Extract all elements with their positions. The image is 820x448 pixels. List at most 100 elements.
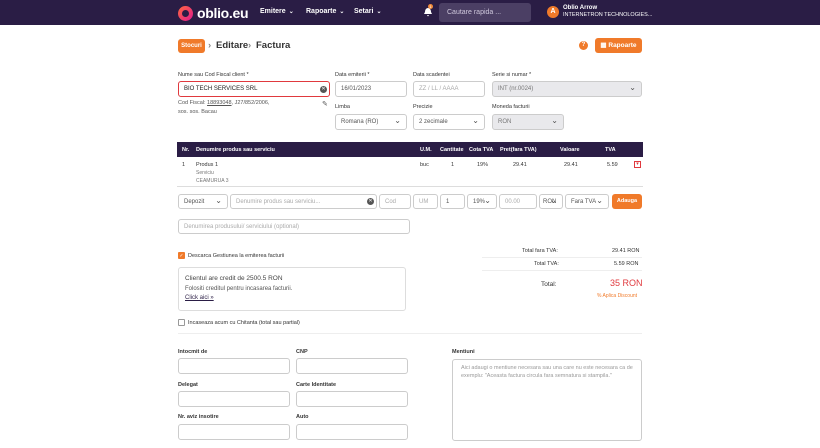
auto-label: Auto — [296, 414, 309, 420]
cod-fiscal-prefix: Cod Fiscal: — [178, 100, 208, 106]
user-name: Oblio Arrow — [563, 5, 598, 11]
client-input[interactable]: BIO TECH SERVICES SRL — [178, 81, 330, 97]
incasare-checkbox[interactable] — [178, 319, 185, 326]
um-placeholder: UM — [419, 199, 429, 205]
precizie-select[interactable]: 2 zecimale — [413, 114, 485, 130]
clear-produs-icon[interactable]: ✕ — [367, 198, 374, 205]
limba-label: Limba — [335, 104, 350, 110]
moneda-select[interactable]: RON — [492, 114, 564, 130]
cota-tva-select[interactable]: 19% — [467, 194, 497, 209]
gestiune-label: Descarca Gestiunea la emiterea facturii — [188, 253, 285, 259]
row-nr: 1 — [182, 162, 186, 168]
cantitate-input[interactable]: 1 — [440, 194, 465, 209]
breadcrumb-separator: › — [208, 40, 212, 51]
logo-text: oblio.eu — [197, 5, 249, 21]
produs-placeholder: Denumire produs sau serviciu... — [236, 199, 321, 205]
data-scadentei-label: Data scadentei — [413, 72, 450, 78]
gestiune-select[interactable]: Depozit — [178, 194, 228, 209]
section-divider — [178, 333, 642, 334]
table-row[interactable]: 1 Produs 1 Serviciu CEAMURUA 3 buc 1 19%… — [177, 157, 643, 187]
clear-client-icon[interactable]: ✕ — [320, 86, 327, 93]
limba-select[interactable]: Romana (RO) — [335, 114, 407, 130]
total-fara-tva-label: Total fara TVA: — [522, 248, 558, 254]
logo[interactable]: oblio.eu — [178, 5, 249, 21]
row-actions-icon[interactable]: ▾ — [634, 161, 641, 168]
data-emiterii-input[interactable]: 16/01/2023 — [335, 81, 407, 97]
col-nr: Nr. — [182, 147, 190, 153]
gestiune-checkbox[interactable]: ✓ — [178, 252, 185, 259]
um-input[interactable]: UM — [413, 194, 438, 209]
page-title: Factura — [256, 40, 291, 51]
carte-input[interactable] — [296, 391, 408, 407]
total-fara-tva-value: 29.41 RON — [612, 248, 640, 254]
menu-emitere-label: Emitere — [260, 8, 286, 15]
avatar[interactable]: A — [547, 6, 559, 18]
oblio-logo-icon — [178, 5, 193, 21]
chevron-down-icon: ⌄ — [339, 9, 345, 15]
credit-link[interactable]: Click aici » — [185, 295, 214, 301]
intocmit-input[interactable] — [178, 358, 290, 374]
row-cota: 19% — [477, 162, 489, 168]
col-valoare: Valoare — [560, 147, 580, 153]
client-input-value: BIO TECH SERVICES SRL — [184, 86, 258, 92]
quick-search-input[interactable]: Cautare rapida ... — [439, 3, 531, 22]
notification-badge: 1 — [428, 4, 433, 9]
moneda-label: Moneda facturii — [492, 104, 530, 110]
chevron-down-icon: ⌄ — [376, 9, 382, 15]
help-icon[interactable]: ? — [579, 41, 588, 50]
rapoarte-button[interactable]: ▦ Rapoarte — [595, 38, 642, 53]
serie-select[interactable]: INT (nr.0024) — [492, 81, 642, 97]
rapoarte-button-label: Rapoarte — [608, 42, 637, 49]
cnp-input[interactable] — [296, 358, 408, 374]
credit-box: Clientul are credit de 2500.5 RON Folosi… — [178, 267, 406, 311]
delegat-input[interactable] — [178, 391, 290, 407]
menu-setari-label: Setari — [354, 8, 374, 15]
mentiuni-textarea[interactable]: Aici adaugi o mentiune necesara sau una … — [452, 359, 642, 441]
breadcrumb-stocuri[interactable]: Stocuri — [178, 39, 205, 53]
breadcrumb-separator: › — [248, 40, 252, 51]
breadcrumb-editare: Editare — [216, 40, 249, 51]
data-scadentei-input[interactable]: ZZ / LL / AAAA — [413, 81, 485, 97]
top-navbar: oblio.eu Emitere ⌄ Rapoarte ⌄ Setari ⌄ 1 Ca… — [0, 0, 820, 25]
data-emiterii-label: Data emiterii * — [335, 72, 370, 78]
menu-setari[interactable]: Setari ⌄ — [354, 8, 382, 15]
pret-input[interactable]: 00.00 — [499, 194, 537, 209]
pret-placeholder: 00.00 — [505, 199, 521, 205]
total-tva-value: 5.59 RON — [614, 261, 639, 267]
carte-label: Carte Identitate — [296, 382, 337, 388]
menu-rapoarte-label: Rapoarte — [306, 8, 337, 15]
adauga-button[interactable]: Adauga — [612, 194, 642, 209]
aplica-discount-link[interactable]: % Aplica Discount — [597, 293, 637, 299]
menu-rapoarte[interactable]: Rapoarte ⌄ — [306, 8, 344, 15]
credit-hint: Folositi creditul pentru incasarea factu… — [185, 286, 293, 292]
edit-client-icon[interactable]: ✎ — [322, 100, 328, 108]
tva-mode-select[interactable]: Fara TVA — [565, 194, 609, 209]
client-reg: , J27/852/2006, — [231, 100, 270, 106]
cod-input[interactable]: Cod — [379, 194, 411, 209]
row-valoare: 29.41 — [564, 162, 578, 168]
client-label: Nume sau Cod Fiscal client * — [178, 72, 249, 78]
total-value: 35 RON — [610, 278, 643, 288]
auto-input[interactable] — [296, 424, 408, 440]
cod-placeholder: Cod — [385, 199, 397, 205]
produs-input[interactable]: Denumire produs sau serviciu... — [230, 194, 377, 209]
client-info: Cod Fiscal: 18893048, J27/852/2006, — [178, 100, 269, 106]
row-code: CEAMURUA 3 — [196, 178, 229, 184]
total-label: Total: — [541, 281, 557, 288]
col-tva: TVA — [605, 147, 616, 153]
delegat-label: Delegat — [178, 382, 198, 388]
cod-fiscal-link[interactable]: 18893048 — [207, 100, 231, 106]
divider — [482, 257, 642, 258]
products-table-header: Nr. Denumire produs sau serviciu U.M. Ca… — [177, 142, 643, 157]
total-tva-label: Total TVA: — [534, 261, 559, 267]
aviz-input[interactable] — [178, 424, 290, 440]
row-qty: 1 — [451, 162, 455, 168]
user-menu[interactable]: Oblio Arrow INTERNETRON TECHNOLOGIES... — [563, 5, 652, 19]
client-address: sos. sos. Bacau — [178, 109, 217, 115]
moneda-produs-select[interactable]: RON — [539, 194, 563, 209]
descriere-input[interactable]: Denumirea produsului/ serviciului (optio… — [178, 219, 410, 234]
incasare-label: Incaseaza acum cu Chitanta (total sau pa… — [188, 320, 300, 326]
menu-emitere[interactable]: Emitere ⌄ — [260, 8, 294, 15]
row-name: Produs 1 — [196, 162, 219, 168]
row-um: buc — [420, 162, 429, 168]
